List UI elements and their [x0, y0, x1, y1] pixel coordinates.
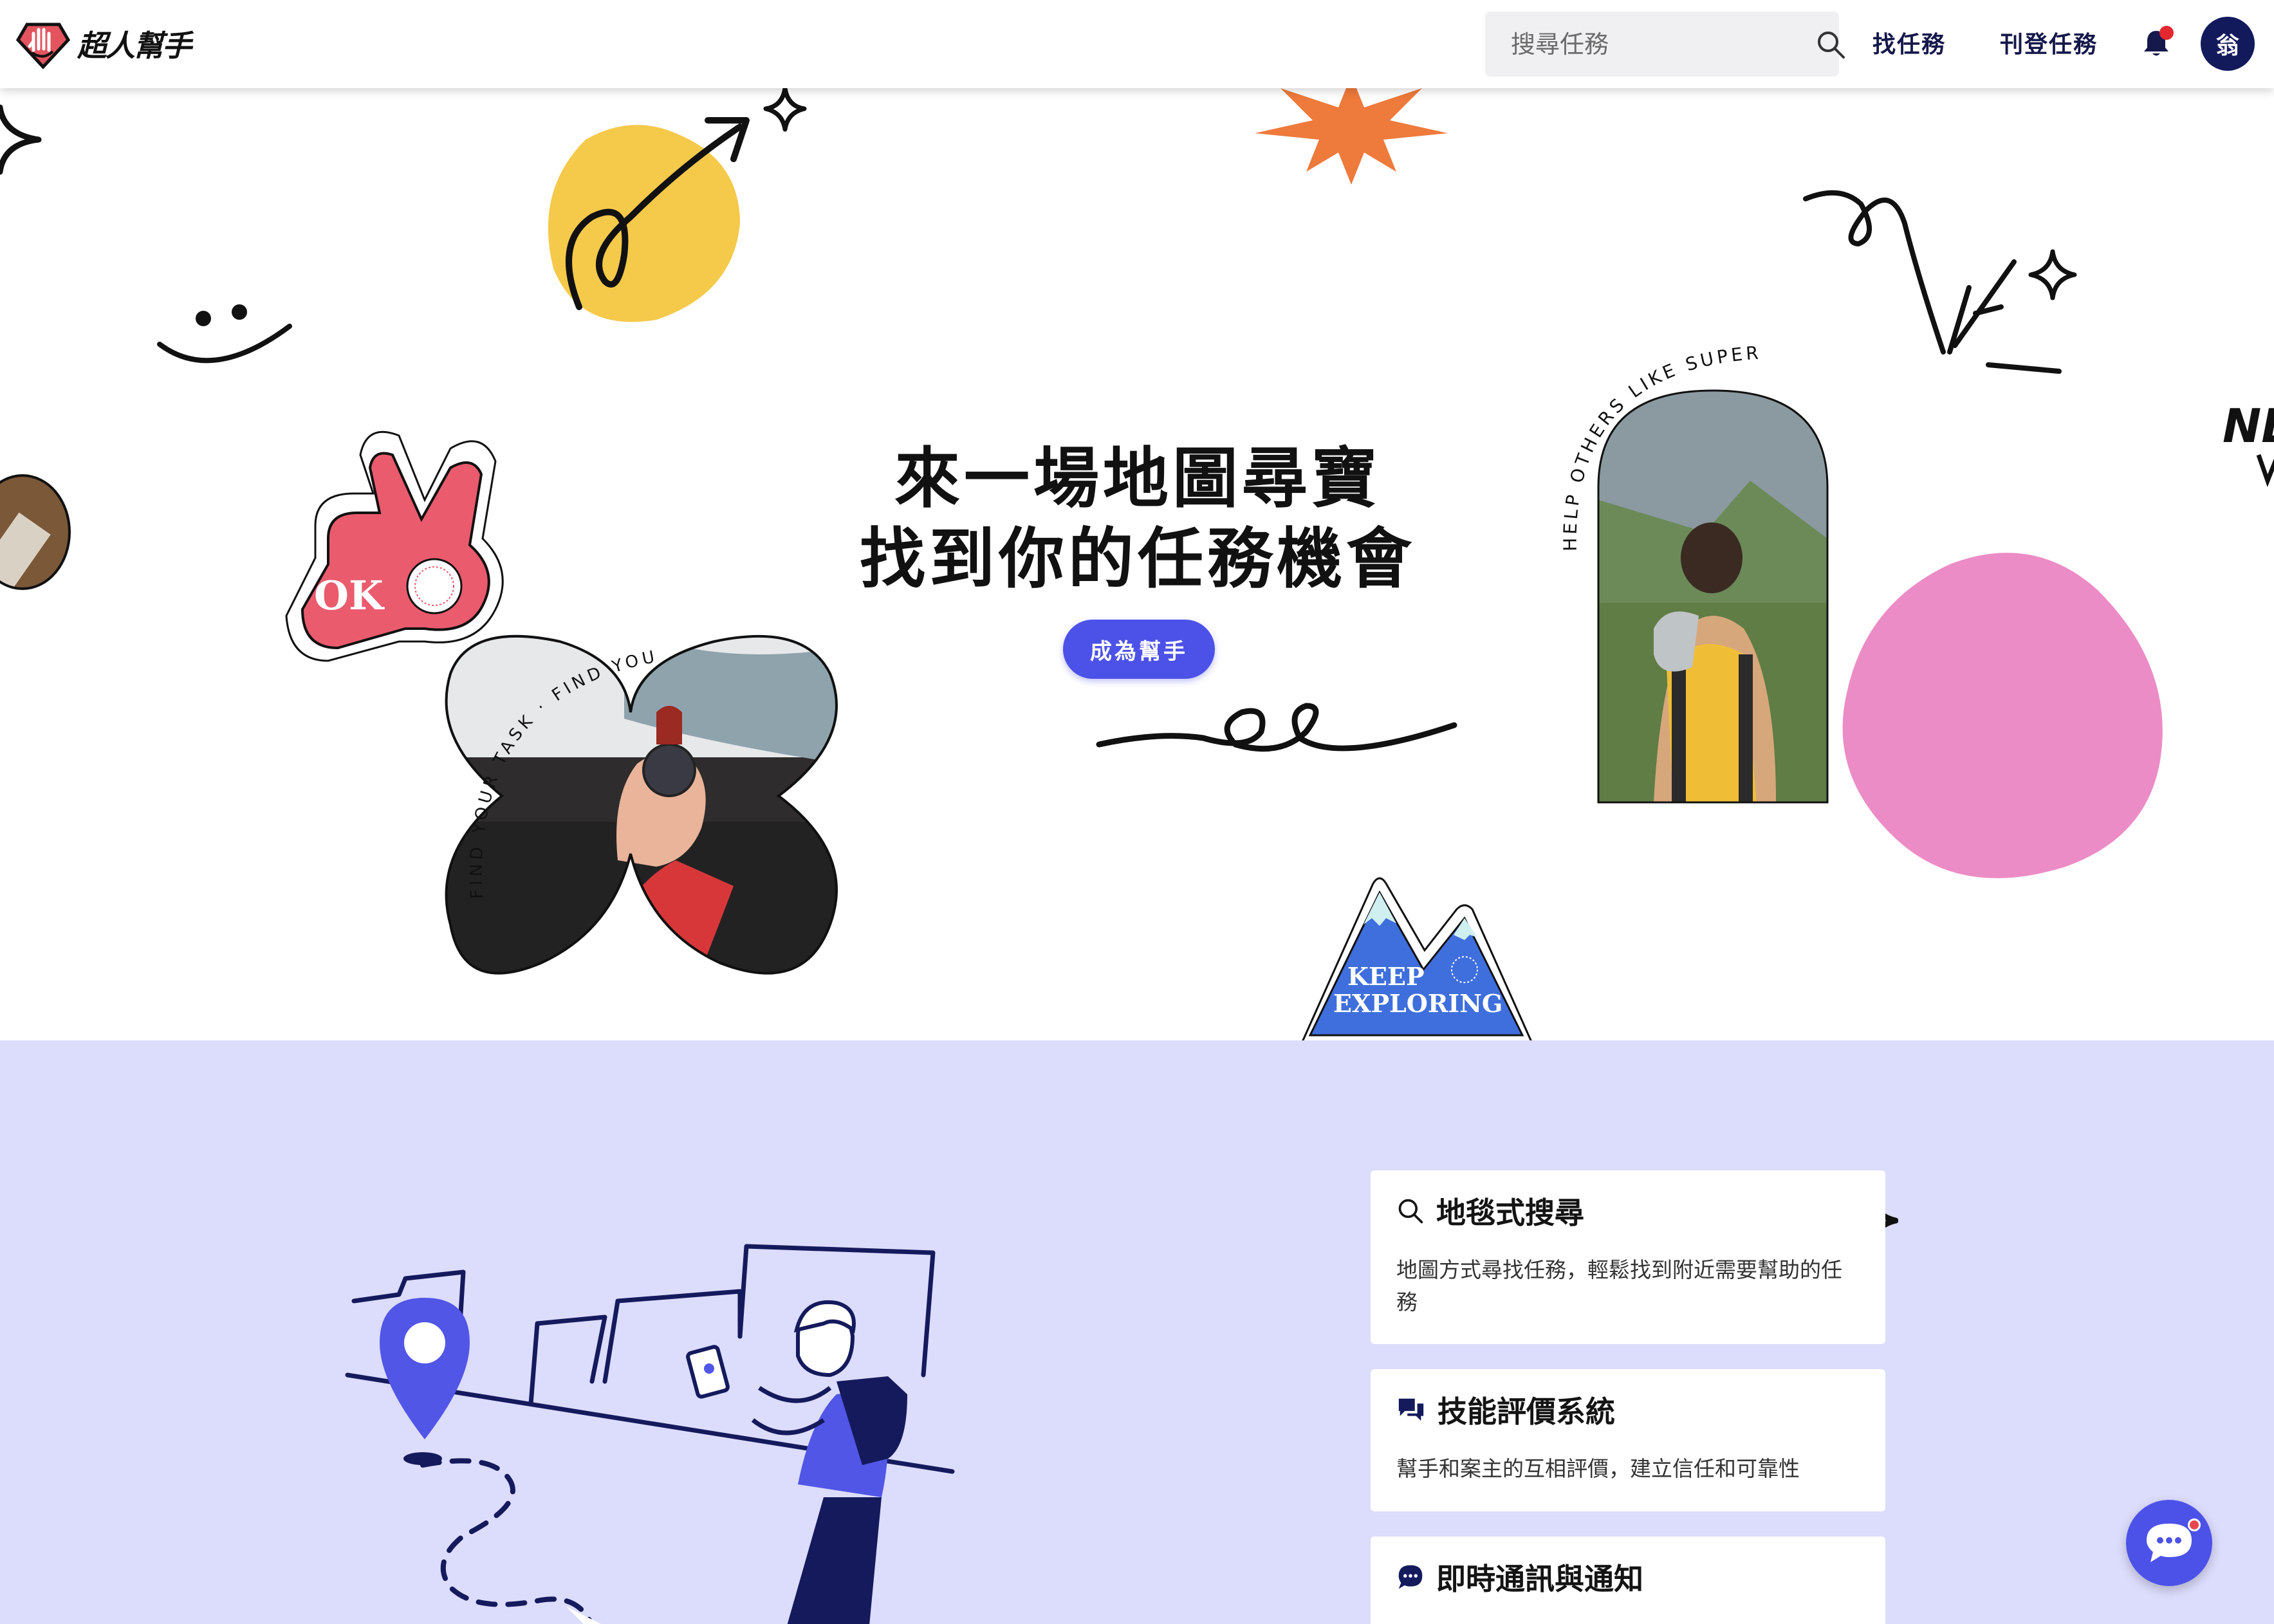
search-bar [1485, 12, 1845, 77]
top-header: 超人幫手 找任務 刊登任務 翁 [0, 0, 2274, 88]
chat-unread-dot [2188, 1518, 2201, 1531]
user-avatar[interactable]: 翁 [2201, 17, 2255, 71]
ok-sticker-text: OK [314, 572, 385, 619]
pink-blob-icon [1842, 553, 2163, 878]
logo-hand-diamond-icon [15, 23, 71, 69]
logo-text: 超人幫手 [77, 28, 192, 63]
site-logo[interactable]: 超人幫手 [15, 18, 192, 69]
feature-card-reviews: 技能評價系統 幫手和案主的互相評價，建立信任和可靠性 [1371, 1369, 1885, 1511]
feature-card-title: 技能評價系統 [1396, 1389, 1860, 1431]
hero-section: OK FIND YOUR TASK · FIND YOU TASKS NOW 來… [0, 88, 2274, 1040]
keep-exploring-badge: KEEP EXPLORING [1302, 877, 1532, 1040]
search-input[interactable] [1485, 12, 1815, 77]
map-explorer-illustration [345, 1244, 955, 1624]
feature-card-desc: 幫手和案主的互相評價，建立信任和可靠性 [1396, 1456, 1800, 1481]
feature-card-title: 地毯式搜尋 [1396, 1190, 1860, 1232]
svg-text:NE: NE [2223, 399, 2274, 453]
feature-card-desc: 地圖方式尋找任務，輕鬆找到附近需要幫助的任務 [1396, 1257, 1842, 1315]
svg-text:KEEP: KEEP [1347, 962, 1425, 991]
notification-dot [2159, 26, 2174, 40]
sparkle-icon [0, 104, 42, 175]
review-chat-icon [1398, 1398, 1424, 1421]
compass-photo: FIND YOUR TASK · FIND YOU TASKS NOW [444, 551, 838, 975]
small-sparkle-icon [763, 88, 807, 132]
nav-find-tasks[interactable]: 找任務 [1872, 26, 1946, 59]
hero-title-line1: 來一場地圖尋寶 [894, 441, 1381, 517]
search-button[interactable] [1815, 12, 1846, 77]
feature-card-search: 地毯式搜尋 地圖方式尋找任務，輕鬆找到附近需要幫助的任務 [1371, 1170, 1885, 1344]
squiggle-doodle-icon [1096, 703, 1457, 752]
chat-fab-button[interactable] [2126, 1500, 2212, 1586]
edge-text-fragment: NE [2223, 399, 2274, 487]
svg-text:EXPLORING: EXPLORING [1333, 989, 1502, 1018]
orange-burst-icon [1255, 88, 1448, 185]
nav-post-task[interactable]: 刊登任務 [2000, 26, 2098, 59]
feature-card-messaging: 即時通訊與通知 [1371, 1536, 1885, 1624]
hero-title-line2: 找到你的任務機會 [860, 521, 1416, 598]
chat-bubble-icon [2147, 1524, 2192, 1562]
feature-card-title: 即時通訊與通知 [1396, 1556, 1860, 1598]
features-section: 地毯式搜尋 地圖方式尋找任務，輕鬆找到附近需要幫助的任務 技能評價系統 幫手和案… [0, 1040, 2274, 1624]
scribble-doodle-icon [1803, 190, 2062, 374]
search-icon [1818, 31, 1845, 59]
hero-title: 來一場地圖尋寶 找到你的任務機會 [804, 439, 1471, 600]
search-icon [1398, 1199, 1423, 1224]
message-icon [1398, 1565, 1423, 1589]
edge-photo-fragment [0, 474, 71, 590]
smiley-doodle-icon [157, 304, 292, 364]
small-sparkle-right-icon [2028, 249, 2077, 300]
